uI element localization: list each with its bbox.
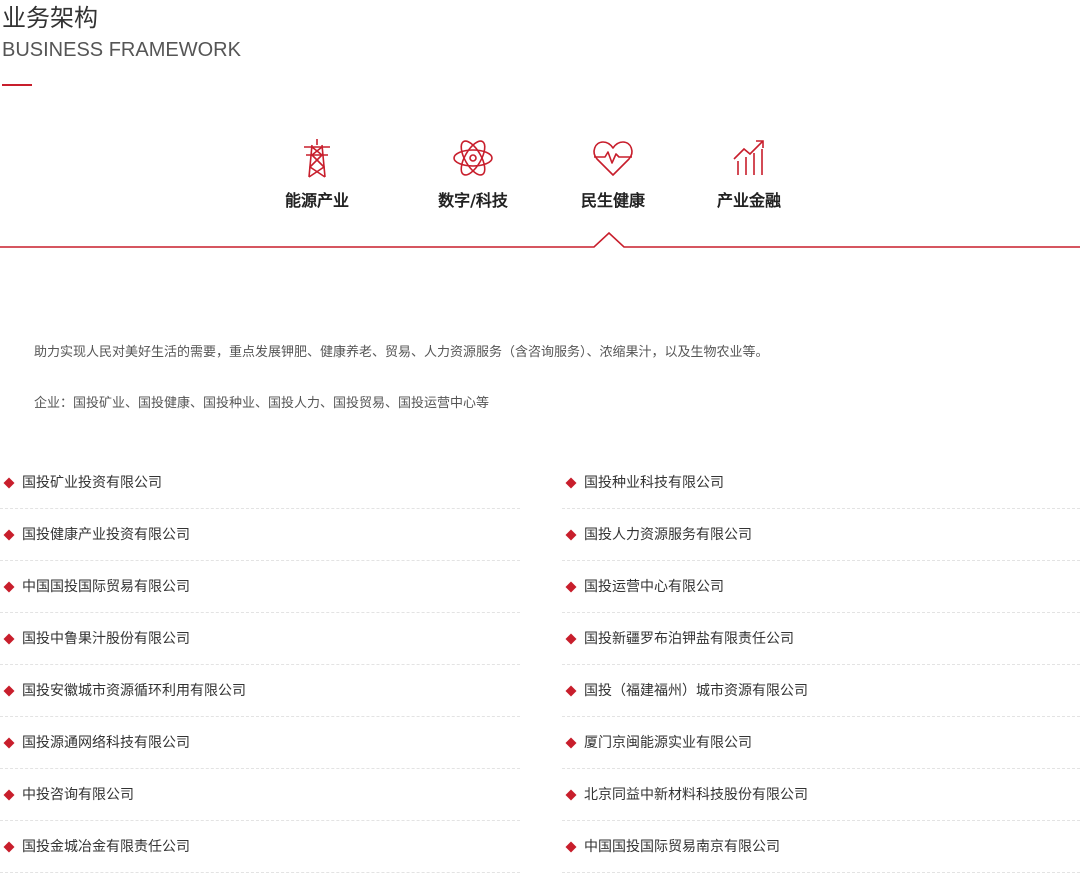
company-name[interactable]: 国投金城冶金有限责任公司 [22,837,190,857]
bullet-diamond-icon [565,841,577,853]
company-item[interactable]: 中国国投国际贸易有限公司 [0,561,520,613]
company-item[interactable]: 北京同益中新材料科技股份有限公司 [562,769,1080,821]
business-tabs: 能源产业 数字/科技 民生健康 产业金融 [0,135,1080,245]
company-name[interactable]: 中国国投国际贸易南京有限公司 [584,837,780,857]
company-name[interactable]: 国投中鲁果汁股份有限公司 [22,629,190,649]
bullet-diamond-icon [565,581,577,593]
company-name[interactable]: 国投种业科技有限公司 [584,473,724,493]
company-item[interactable]: 中投咨询有限公司 [0,769,520,821]
company-item[interactable]: 国投安徽城市资源循环利用有限公司 [0,665,520,717]
tab-indicator-line [0,232,1080,248]
bullet-diamond-icon [565,685,577,697]
company-name[interactable]: 国投人力资源服务有限公司 [584,525,752,545]
company-name[interactable]: 中投咨询有限公司 [22,785,134,805]
bullet-diamond-icon [3,633,15,645]
tab-digital[interactable]: 数字/科技 [418,135,528,225]
tab-health-label: 民生健康 [580,191,645,210]
power-tower-icon [294,135,340,181]
bullet-diamond-icon [3,841,15,853]
company-name[interactable]: 中国国投国际贸易有限公司 [22,577,190,597]
company-name[interactable]: 国投（福建福州）城市资源有限公司 [584,681,808,701]
company-name[interactable]: 国投源通网络科技有限公司 [22,733,190,753]
bullet-diamond-icon [565,633,577,645]
company-item[interactable]: 国投源通网络科技有限公司 [0,717,520,769]
company-item[interactable]: 国投新疆罗布泊钾盐有限责任公司 [562,613,1080,665]
tab-finance-label: 产业金融 [716,191,781,210]
company-name[interactable]: 国投安徽城市资源循环利用有限公司 [22,681,246,701]
tab-energy[interactable]: 能源产业 [262,135,372,225]
company-name[interactable]: 国投运营中心有限公司 [584,577,724,597]
company-name[interactable]: 厦门京闽能源实业有限公司 [584,733,752,753]
company-item[interactable]: 国投种业科技有限公司 [562,457,1080,509]
bullet-diamond-icon [565,789,577,801]
section-subtitle: BUSINESS FRAMEWORK [2,39,241,61]
company-item[interactable]: 国投（福建福州）城市资源有限公司 [562,665,1080,717]
company-name[interactable]: 北京同益中新材料科技股份有限公司 [584,785,808,805]
bullet-diamond-icon [565,529,577,541]
company-name[interactable]: 国投健康产业投资有限公司 [22,525,190,545]
company-item[interactable]: 国投中鲁果汁股份有限公司 [0,613,520,665]
atom-icon [450,135,496,181]
section-description: 助力实现人民对美好生活的需要，重点发展钾肥、健康养老、贸易、人力资源服务（含咨询… [34,345,769,360]
bullet-diamond-icon [3,789,15,801]
section-enterprises: 企业：国投矿业、国投健康、国投种业、国投人力、国投贸易、国投运营中心等 [34,396,490,411]
company-item[interactable]: 国投健康产业投资有限公司 [0,509,520,561]
company-item[interactable]: 厦门京闽能源实业有限公司 [562,717,1080,769]
company-item[interactable]: 国投人力资源服务有限公司 [562,509,1080,561]
bullet-diamond-icon [3,529,15,541]
bullet-diamond-icon [3,581,15,593]
bullet-diamond-icon [3,685,15,697]
bullet-diamond-icon [3,737,15,749]
tab-health[interactable]: 民生健康 [558,135,668,225]
section-title: 业务架构 [2,4,98,32]
tab-finance[interactable]: 产业金融 [694,135,804,225]
bullet-diamond-icon [3,477,15,489]
bullet-diamond-icon [565,737,577,749]
tab-energy-label: 能源产业 [284,191,349,210]
title-underline [2,84,32,86]
company-item[interactable]: 国投矿业投资有限公司 [0,457,520,509]
heart-pulse-icon [590,135,636,181]
company-item[interactable]: 国投运营中心有限公司 [562,561,1080,613]
growth-chart-icon [726,135,772,181]
company-name[interactable]: 国投矿业投资有限公司 [22,473,162,493]
tab-digital-label: 数字/科技 [438,191,508,210]
company-name[interactable]: 国投新疆罗布泊钾盐有限责任公司 [584,629,794,649]
company-item[interactable]: 国投金城冶金有限责任公司 [0,821,520,873]
bullet-diamond-icon [565,477,577,489]
company-item[interactable]: 中国国投国际贸易南京有限公司 [562,821,1080,873]
